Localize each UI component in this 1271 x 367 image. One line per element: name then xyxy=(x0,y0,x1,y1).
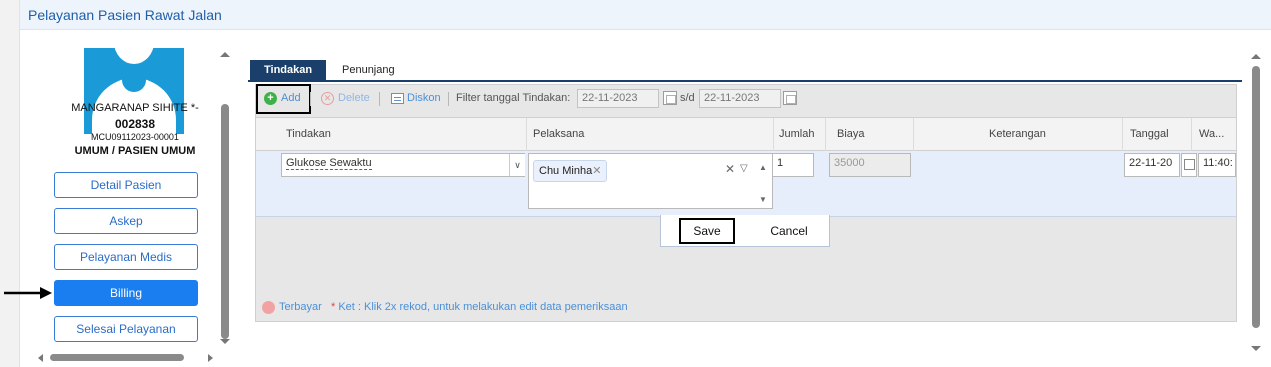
toolbar-divider xyxy=(448,92,449,106)
window-title: Pelayanan Pasien Rawat Jalan xyxy=(28,7,222,23)
delete-icon[interactable]: ✕ xyxy=(321,92,334,105)
left-vertical-scrollbar[interactable] xyxy=(220,48,230,348)
tab-penunjang[interactable]: Penunjang xyxy=(328,60,409,82)
scroll-down-arrow-icon[interactable] xyxy=(220,339,230,344)
discount-icon[interactable] xyxy=(391,93,404,104)
patient-name: MANGARANAP SIHITE *- xyxy=(71,102,199,114)
tindakan-value: Glukose Sewaktu xyxy=(286,157,372,170)
add-icon[interactable]: + xyxy=(264,92,277,105)
edit-hint-note: * Ket : Klik 2x rekod, untuk melakukan e… xyxy=(331,301,628,313)
column-header-tindakan[interactable]: Tindakan xyxy=(286,128,331,140)
clear-icon[interactable]: ✕ xyxy=(725,162,735,176)
scroll-down-arrow-icon[interactable] xyxy=(1251,346,1261,351)
toolbar-divider xyxy=(310,92,311,106)
patient-category: UMUM / PASIEN UMUM xyxy=(74,145,196,157)
filter-date-label: Filter tanggal Tindakan: xyxy=(456,92,571,104)
toolbar-divider xyxy=(379,92,380,106)
calendar-icon[interactable] xyxy=(783,91,797,105)
pelayanan-medis-button[interactable]: Pelayanan Medis xyxy=(54,244,198,270)
scroll-right-arrow-icon[interactable] xyxy=(208,354,213,362)
grid-header: Tindakan Pelaksana Jumlah Biaya Keterang… xyxy=(256,117,1236,152)
tab-strip: Tindakan Penunjang xyxy=(248,60,1242,82)
chevron-down-icon[interactable]: ∨ xyxy=(509,154,525,176)
column-header-waktu[interactable]: Wa... xyxy=(1199,128,1224,140)
column-header-keterangan[interactable]: Keterangan xyxy=(989,128,1046,140)
dropdown-triangle-icon[interactable]: ▽ xyxy=(740,163,748,174)
delete-button[interactable]: Delete xyxy=(338,92,370,104)
date-to-input[interactable]: 22-11-2023 xyxy=(699,89,781,108)
calendar-icon[interactable] xyxy=(663,91,677,105)
tindakan-input[interactable]: Glukose Sewaktu xyxy=(281,153,525,177)
askep-button[interactable]: Askep xyxy=(54,208,198,234)
pelaksana-chip[interactable]: Chu Minha✕ xyxy=(533,160,608,182)
scroll-left-arrow-icon[interactable] xyxy=(38,354,43,362)
calendar-icon[interactable] xyxy=(1181,153,1197,177)
scroll-up-arrow-icon[interactable] xyxy=(220,52,230,57)
pelaksana-chip-label: Chu Minha xyxy=(539,165,593,177)
column-header-jumlah[interactable]: Jumlah xyxy=(779,128,814,140)
tindakan-panel: + Add ✕ Delete Diskon Filter tanggal Tin… xyxy=(255,84,1237,322)
date-range-separator: s/d xyxy=(680,92,695,104)
biaya-input: 35000 xyxy=(829,153,911,177)
tab-tindakan[interactable]: Tindakan xyxy=(250,60,327,82)
chip-remove-icon[interactable]: ✕ xyxy=(592,165,601,177)
paid-status-dot-icon xyxy=(262,301,275,314)
column-header-tanggal[interactable]: Tanggal xyxy=(1130,128,1169,140)
scroll-thumb[interactable] xyxy=(1252,66,1260,328)
main-content: Tindakan Penunjang + Add ✕ Delete Diskon… xyxy=(248,54,1244,367)
add-button[interactable]: Add xyxy=(281,92,301,104)
toolbar: + Add ✕ Delete Diskon Filter tanggal Tin… xyxy=(256,84,1236,114)
scroll-thumb[interactable] xyxy=(50,354,184,361)
tanggal-input[interactable]: 22-11-20 xyxy=(1124,153,1180,177)
column-header-pelaksana[interactable]: Pelaksana xyxy=(533,128,584,140)
scroll-thumb[interactable] xyxy=(221,104,229,339)
column-header-biaya[interactable]: Biaya xyxy=(837,128,865,140)
scroll-down-arrow-icon[interactable]: ▼ xyxy=(759,195,767,204)
paid-legend-label: Terbayar xyxy=(279,301,322,313)
title-bar: Pelayanan Pasien Rawat Jalan xyxy=(20,0,1271,30)
left-horizontal-scrollbar[interactable] xyxy=(36,353,213,363)
pelaksana-multiselect[interactable]: Chu Minha✕ ✕ ▽ ▲ ▼ xyxy=(528,153,773,209)
scroll-up-arrow-icon[interactable]: ▲ xyxy=(759,163,767,172)
pointer-arrow-icon xyxy=(4,287,52,299)
patient-id: 002838 xyxy=(114,117,156,131)
jumlah-input[interactable]: 1 xyxy=(772,153,814,177)
main-vertical-scrollbar[interactable] xyxy=(1249,50,1263,360)
window-edge xyxy=(0,0,20,367)
cancel-button[interactable]: Cancel xyxy=(761,218,817,244)
waktu-input[interactable]: 11:40: xyxy=(1198,153,1236,177)
selesai-pelayanan-button[interactable]: Selesai Pelayanan xyxy=(54,316,198,342)
editing-row: Glukose Sewaktu ∨ Chu Minha✕ ✕ ▽ ▲ ▼ 1 3… xyxy=(256,151,1236,217)
app-window: Pelayanan Pasien Rawat Jalan MANGARANAP … xyxy=(0,0,1271,367)
billing-button[interactable]: Billing xyxy=(54,280,198,306)
date-from-input[interactable]: 22-11-2023 xyxy=(577,89,659,108)
row-editor-buttons: Save Cancel xyxy=(660,215,830,247)
detail-pasien-button[interactable]: Detail Pasien xyxy=(54,172,198,198)
patient-panel: MANGARANAP SIHITE *- 002838 MCU09112023-… xyxy=(30,30,240,367)
patient-mcu-number: MCU09112023-00001 xyxy=(91,132,179,142)
save-button[interactable]: Save xyxy=(679,218,735,244)
discount-button[interactable]: Diskon xyxy=(407,92,441,104)
scroll-up-arrow-icon[interactable] xyxy=(1251,54,1261,59)
